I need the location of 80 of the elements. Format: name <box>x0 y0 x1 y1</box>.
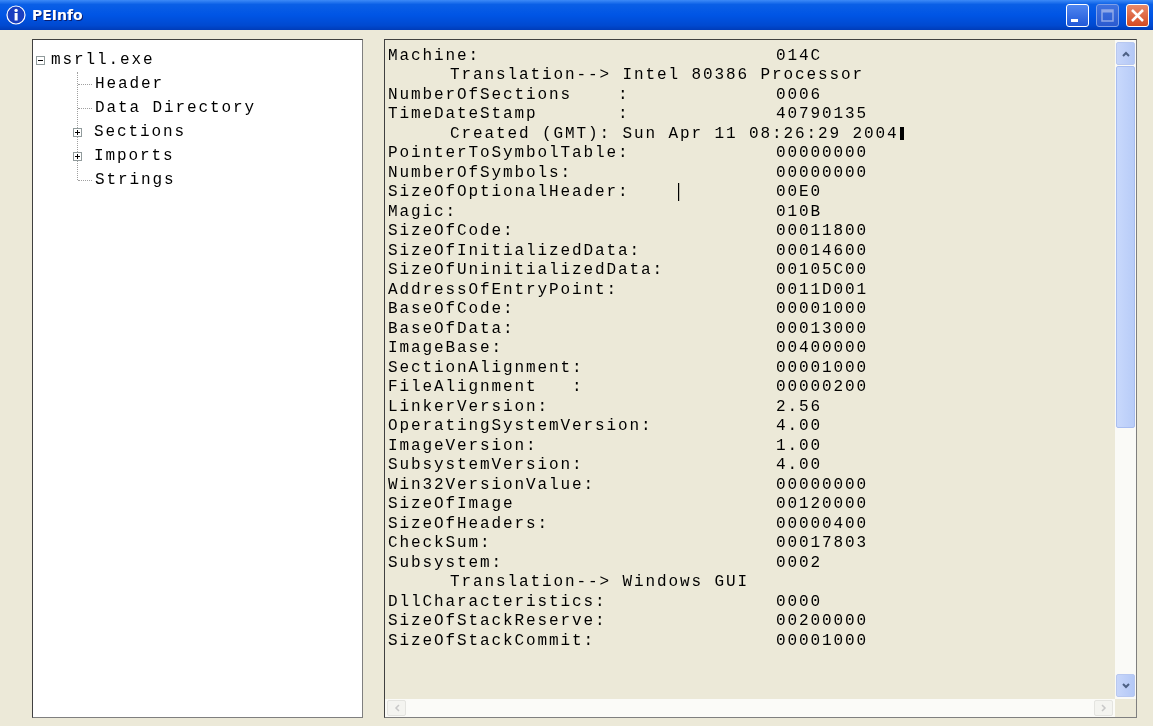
field-label: SectionAlignment: <box>388 358 585 377</box>
field-value: 00014600 <box>776 241 868 260</box>
field-value: 00017803 <box>776 534 868 553</box>
field-label: OperatingSystemVersion: <box>388 417 654 436</box>
maximize-button[interactable] <box>1096 3 1119 27</box>
vertical-scrollbar[interactable] <box>1115 40 1136 699</box>
field-value: 00E0 <box>776 183 822 202</box>
close-button[interactable] <box>1126 3 1149 27</box>
field-label: TimeDateStamp : <box>388 105 631 124</box>
translation-text: Translation--> Intel 80386 Processor <box>450 66 865 85</box>
field-label: SizeOfHeaders: <box>388 514 551 533</box>
field-label: LinkerVersion: <box>388 397 551 416</box>
minimize-button[interactable] <box>1066 3 1089 27</box>
field-value: 0011D001 <box>776 280 868 299</box>
translation-text: Created (GMT): Sun Apr 11 08:26:29 2004 <box>450 124 899 143</box>
tree-item[interactable]: Sections <box>94 123 186 141</box>
minimize-icon <box>1071 18 1078 22</box>
collapse-icon[interactable] <box>36 55 45 65</box>
field-value: 4.00 <box>776 417 822 436</box>
tree-item[interactable]: Header <box>95 75 164 93</box>
window-title: PEInfo <box>32 7 83 23</box>
field-value: 00013000 <box>776 319 868 338</box>
field-label: SizeOfCode: <box>388 222 516 241</box>
scroll-down-button[interactable] <box>1116 674 1135 697</box>
field-value: 014C <box>776 46 822 65</box>
field-label: SizeOfUninitializedData: <box>388 261 666 280</box>
field-label: SizeOfImage <box>388 495 516 514</box>
field-value: 00000000 <box>776 475 868 494</box>
field-label: BaseOfCode: <box>388 300 516 319</box>
field-value: 00200000 <box>776 612 868 631</box>
field-value: 00000200 <box>776 378 868 397</box>
field-value: 0000 <box>776 592 822 611</box>
field-label: PointerToSymbolTable: <box>388 144 631 163</box>
field-label: ImageVersion: <box>388 436 539 455</box>
field-label: Magic: <box>388 202 458 221</box>
field-value: 4.00 <box>776 456 822 475</box>
field-value: 0006 <box>776 85 822 104</box>
field-value: 00001000 <box>776 358 868 377</box>
field-label: SizeOfStackCommit: <box>388 631 597 650</box>
field-label: FileAlignment : <box>388 378 585 397</box>
field-label: Machine: <box>388 46 481 65</box>
field-value: 0002 <box>776 553 822 572</box>
field-label: Subsystem: <box>388 553 504 572</box>
field-label: SizeOfInitializedData: <box>388 241 643 260</box>
field-label: SizeOfOptionalHeader: <box>388 183 631 202</box>
field-label: Win32VersionValue: <box>388 475 597 494</box>
field-label: DllCharacteristics: <box>388 592 608 611</box>
field-value: 00001000 <box>776 300 868 319</box>
field-label: SizeOfStackReserve: <box>388 612 608 631</box>
field-value: 00001000 <box>776 631 868 650</box>
field-label: SubsystemVersion: <box>388 456 585 475</box>
field-label: NumberOfSections : <box>388 85 631 104</box>
field-value: 1.00 <box>776 436 822 455</box>
tree-item[interactable]: Data Directory <box>95 99 257 117</box>
scroll-up-button[interactable] <box>1116 42 1135 65</box>
field-value: 010B <box>776 202 822 221</box>
field-value: 00011800 <box>776 222 868 241</box>
tree-item[interactable]: msrll.exe <box>51 51 155 69</box>
field-value: 00000000 <box>776 144 868 163</box>
field-label: AddressOfEntryPoint: <box>388 280 620 299</box>
field-label: BaseOfData: <box>388 319 516 338</box>
expand-icon[interactable] <box>73 127 82 137</box>
tree-item[interactable]: Strings <box>95 171 176 189</box>
translation-text: Translation--> Windows GUI <box>450 573 750 592</box>
field-value: 00120000 <box>776 495 868 514</box>
field-value: 00000000 <box>776 163 868 182</box>
field-value: 2.56 <box>776 397 822 416</box>
field-label: NumberOfSymbols: <box>388 163 574 182</box>
field-label: ImageBase: <box>388 339 504 358</box>
expand-icon[interactable] <box>73 151 82 161</box>
field-value: 40790135 <box>776 105 868 124</box>
info-icon <box>6 5 26 25</box>
field-label: CheckSum: <box>388 534 493 553</box>
scroll-thumb[interactable] <box>1116 66 1135 428</box>
chevron-down-icon <box>1120 680 1131 691</box>
chevron-right-icon <box>1098 703 1109 713</box>
field-value: 00000400 <box>776 514 868 533</box>
field-value: 00105C00 <box>776 261 868 280</box>
tree-item[interactable]: Imports <box>94 147 175 165</box>
field-value: 00400000 <box>776 339 868 358</box>
